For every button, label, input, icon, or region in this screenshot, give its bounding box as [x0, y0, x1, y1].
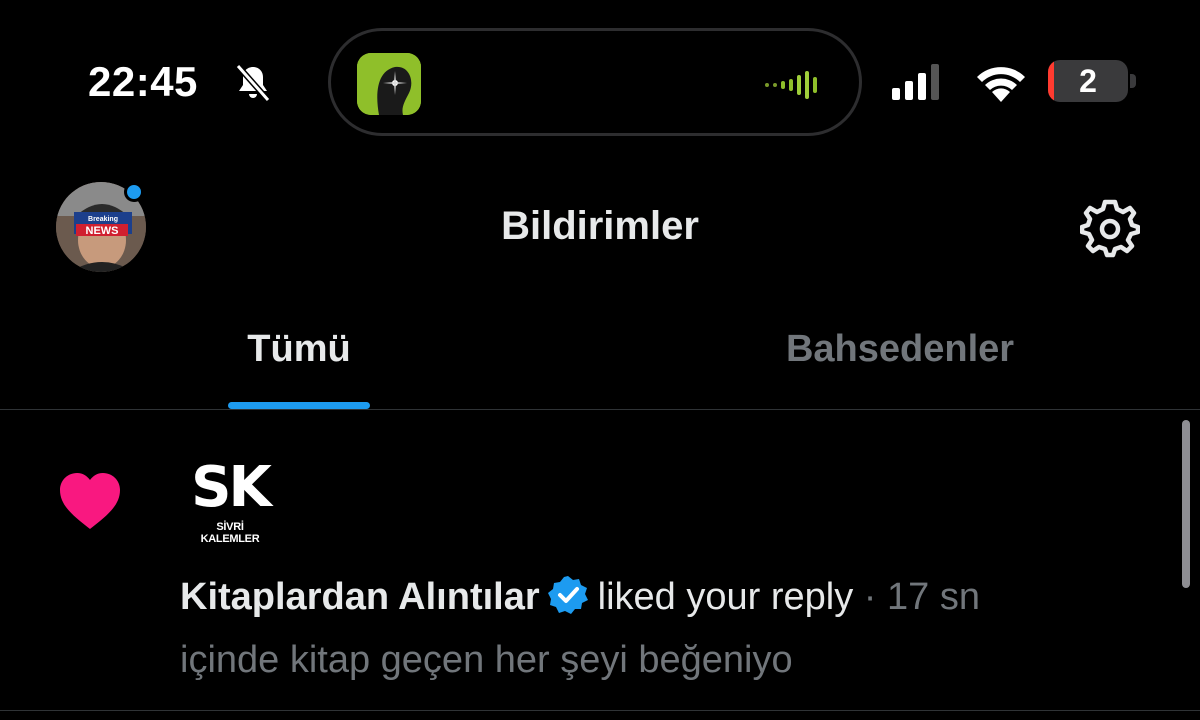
status-time: 22:45 — [88, 58, 198, 105]
timestamp: 17 sn — [887, 576, 980, 618]
notification-text: Kitaplardan Alıntılar liked your reply ·… — [180, 575, 980, 619]
audio-wave-icon — [765, 71, 817, 99]
status-bar: 22:45 2 — [0, 0, 1200, 150]
tab-all[interactable]: Tümü — [0, 328, 598, 371]
reply-preview[interactable]: içinde kitap geçen her şeyi beğeniyo — [180, 639, 793, 682]
tab-mentions[interactable]: Bahsedenler — [600, 328, 1200, 371]
battery-indicator: 2 — [1048, 60, 1136, 102]
notification-item[interactable]: SK SİVRİ KALEMLER Kitaplardan Alıntılar … — [0, 411, 1200, 711]
verified-badge-icon — [547, 576, 588, 614]
signal-icon — [892, 64, 939, 100]
tab-bar: Tümü Bahsedenler — [0, 300, 1200, 410]
logo-subtitle: SİVRİ KALEMLER — [200, 521, 260, 545]
user-name-link[interactable]: Kitaplardan Alıntılar — [180, 576, 540, 618]
divider — [0, 710, 1200, 711]
unread-dot — [124, 182, 144, 202]
gear-icon[interactable] — [1080, 198, 1140, 258]
wifi-icon — [977, 67, 1025, 102]
user-avatar-logo[interactable]: SK SİVRİ KALEMLER — [190, 455, 272, 551]
battery-level: 2 — [1079, 63, 1097, 99]
now-playing-app-icon[interactable] — [357, 53, 421, 115]
scrollbar[interactable] — [1182, 420, 1190, 588]
separator: · — [863, 576, 877, 618]
page-title: Bildirimler — [501, 204, 699, 248]
active-tab-indicator — [228, 402, 370, 409]
notification-action: liked your reply — [597, 576, 854, 618]
bell-slash-icon — [235, 64, 271, 102]
dynamic-island[interactable] — [328, 28, 862, 136]
heart-icon — [60, 473, 120, 529]
logo-letters: SK — [191, 455, 272, 520]
